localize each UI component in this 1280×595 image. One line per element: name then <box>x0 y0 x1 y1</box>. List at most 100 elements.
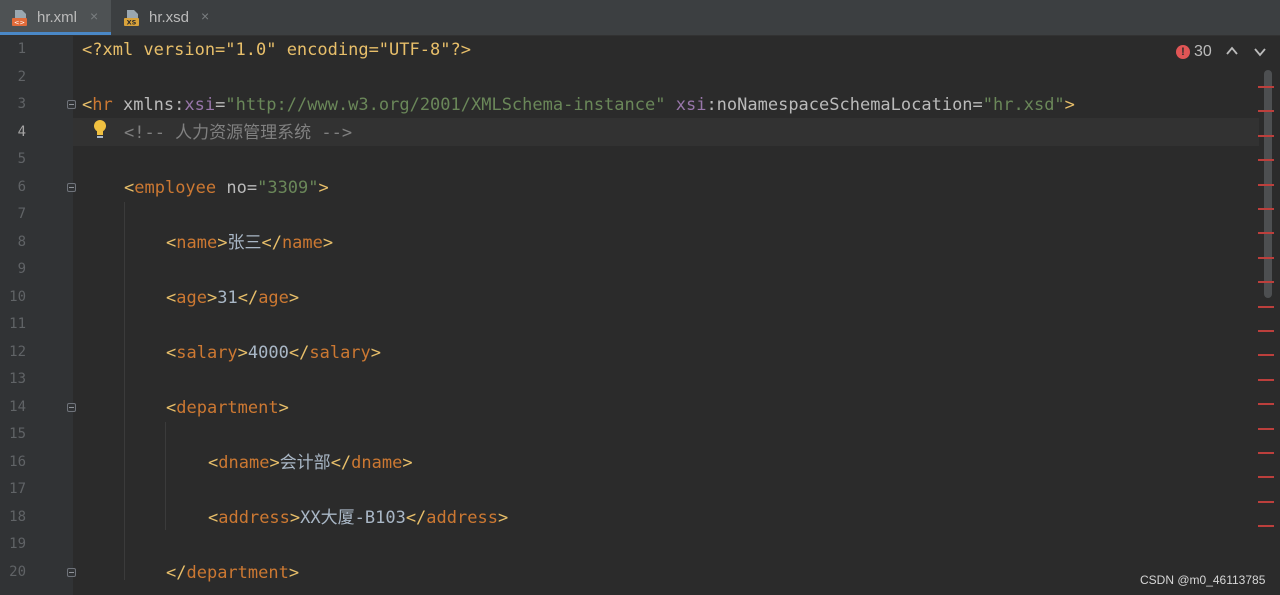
line-number: 14 <box>9 398 26 415</box>
code-token: < <box>166 342 177 363</box>
line-number: 16 <box>9 453 26 470</box>
error-stripe-marker[interactable] <box>1258 525 1274 528</box>
code-token: xsi <box>184 95 216 115</box>
code-token: <?xml version="1.0" encoding="UTF-8"?> <box>82 40 471 60</box>
code-token: department <box>186 562 289 583</box>
code-token: department <box>176 397 279 418</box>
code-token: "3309" <box>257 177 319 198</box>
code-token: </ <box>330 452 352 473</box>
line-number: 6 <box>17 178 26 195</box>
line-number: 10 <box>9 288 26 305</box>
error-stripe-marker[interactable] <box>1258 281 1274 284</box>
line-number: 15 <box>9 426 26 442</box>
tab-close-icon[interactable]: × <box>90 8 98 24</box>
error-count: 30 <box>1194 43 1212 60</box>
fold-toggle-icon[interactable] <box>67 100 76 109</box>
code-token: </ <box>405 507 427 528</box>
code-token: xsi <box>675 95 707 115</box>
indent-guide <box>124 202 125 580</box>
code-token: < <box>166 232 177 253</box>
code-token: < <box>82 95 93 115</box>
code-token: > <box>318 177 329 198</box>
error-stripe-marker[interactable] <box>1258 476 1274 479</box>
line-number: 19 <box>9 536 26 552</box>
code-token: dname <box>351 452 403 473</box>
lightbulb-icon[interactable] <box>93 119 107 141</box>
error-stripe-marker[interactable] <box>1258 500 1274 503</box>
code-line[interactable]: <address>XX大厦-B103</address> <box>208 508 508 528</box>
error-stripe-marker[interactable] <box>1258 86 1274 88</box>
tab-hr-xml[interactable]: <> hr.xml × <box>0 0 111 35</box>
error-stripe-marker[interactable] <box>1258 378 1274 381</box>
code-token: > <box>278 397 289 418</box>
code-token: > <box>370 342 382 363</box>
line-number: 2 <box>17 68 26 85</box>
code-token: > <box>206 287 218 308</box>
line-number: 12 <box>9 343 26 360</box>
chevron-up-icon[interactable] <box>1226 46 1238 56</box>
code-token: 4000 <box>247 342 289 363</box>
code-token: > <box>402 452 413 473</box>
code-token: > <box>269 452 280 473</box>
code-line[interactable]: <name>张三</name> <box>166 233 333 253</box>
code-line[interactable]: </department> <box>166 563 299 583</box>
code-token: xmlns: <box>112 95 185 115</box>
inspection-widget[interactable]: ! 30 <box>1170 40 1270 64</box>
code-token: hr <box>92 95 113 115</box>
code-line[interactable]: <?xml version="1.0" encoding="UTF-8"?> <box>82 40 471 60</box>
line-number: 17 <box>9 481 26 497</box>
code-line[interactable]: <age>31</age> <box>166 288 299 308</box>
error-stripe-marker[interactable] <box>1258 354 1274 357</box>
error-stripe-marker[interactable] <box>1258 183 1274 186</box>
error-stripe-marker[interactable] <box>1258 427 1274 430</box>
code-line[interactable]: <department> <box>166 398 289 418</box>
error-stripe-marker[interactable] <box>1258 110 1274 113</box>
code-token: salary <box>309 342 371 363</box>
tab-label: hr.xsd <box>149 9 190 26</box>
tab-label: hr.xml <box>37 9 78 26</box>
code-token: no= <box>216 177 258 198</box>
tab-close-icon[interactable]: × <box>201 8 209 24</box>
code-token: = <box>215 95 226 115</box>
code-token: < <box>208 452 219 473</box>
code-token: > <box>1064 95 1075 115</box>
error-stripe-marker[interactable] <box>1258 208 1274 210</box>
error-stripe-marker[interactable] <box>1258 330 1274 332</box>
error-stripe-marker[interactable] <box>1258 452 1274 454</box>
fold-toggle-icon[interactable] <box>67 402 76 412</box>
indent-guide <box>165 422 166 530</box>
code-token: :noNamespaceSchemaLocation= <box>706 95 983 115</box>
code-token: 31 <box>217 287 238 308</box>
code-token: <!-- 人力资源管理系统 --> <box>124 122 353 143</box>
line-number: 7 <box>17 206 26 222</box>
xsd-file-icon: XS <box>124 10 139 27</box>
fold-toggle-icon[interactable] <box>67 182 76 192</box>
editor-tab-bar: <> hr.xml × XS hr.xsd × <box>0 0 1280 36</box>
code-token: > <box>497 507 509 528</box>
code-token: </ <box>288 342 310 363</box>
code-line[interactable]: <employee no="3309"> <box>124 178 329 198</box>
code-line[interactable]: <dname>会计部</dname> <box>208 453 413 473</box>
code-token: "http://www.w3.org/2001/XMLSchema-instan… <box>225 95 666 115</box>
error-stripe-marker[interactable] <box>1258 256 1274 259</box>
code-token: > <box>288 287 300 308</box>
error-stripe-marker[interactable] <box>1258 159 1274 162</box>
code-line[interactable]: <!-- 人力资源管理系统 --> <box>124 123 352 143</box>
error-stripe-marker[interactable] <box>1258 403 1274 406</box>
chevron-down-icon[interactable] <box>1254 47 1266 57</box>
code-token: dname <box>218 452 270 473</box>
error-stripe-marker[interactable] <box>1258 134 1274 137</box>
error-stripe-marker[interactable] <box>1258 305 1274 308</box>
code-token: </ <box>166 562 187 583</box>
code-token: > <box>217 232 228 253</box>
code-line[interactable]: <salary>4000</salary> <box>166 343 381 363</box>
code-token: < <box>124 177 135 198</box>
error-stripe-marker[interactable] <box>1258 232 1274 235</box>
line-number: 3 <box>17 96 26 112</box>
code-line[interactable]: <hr xmlns:xsi="http://www.w3.org/2001/XM… <box>82 95 1075 115</box>
tab-hr-xsd[interactable]: XS hr.xsd × <box>112 0 222 35</box>
code-token: 会计部 <box>279 452 331 473</box>
code-token: salary <box>176 342 238 363</box>
fold-toggle-icon[interactable] <box>67 567 76 577</box>
